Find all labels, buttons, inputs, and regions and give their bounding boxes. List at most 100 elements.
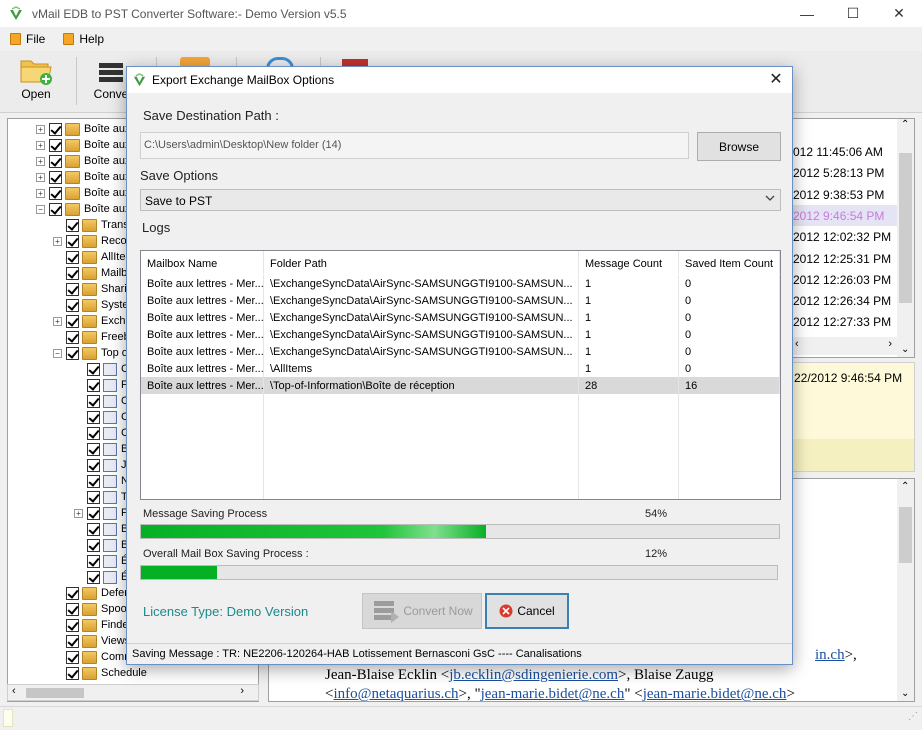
- scroll-up-arrow-icon[interactable]: ⌃: [901, 481, 909, 492]
- tree-checkbox[interactable]: [87, 506, 100, 520]
- tree-checkbox[interactable]: [49, 170, 62, 184]
- tree-item[interactable]: + Boîte aux: [36, 185, 130, 201]
- column-header[interactable]: Folder Path: [264, 251, 579, 274]
- scroll-down-arrow-icon[interactable]: ⌄: [901, 688, 909, 699]
- tree-checkbox[interactable]: [87, 538, 100, 552]
- tree-checkbox[interactable]: [66, 298, 79, 312]
- tree-item[interactable]: + Boîte aux: [36, 121, 130, 137]
- email-link[interactable]: in.ch: [815, 647, 845, 663]
- column-header[interactable]: Saved Item Count: [679, 251, 780, 274]
- tree-checkbox[interactable]: [66, 330, 79, 344]
- expand-icon[interactable]: +: [53, 236, 62, 246]
- expand-icon[interactable]: +: [36, 156, 45, 166]
- tree-checkbox[interactable]: [87, 474, 100, 488]
- tree-item[interactable]: B: [74, 441, 128, 457]
- tree-checkbox[interactable]: [49, 186, 62, 200]
- tree-item[interactable]: F: [74, 377, 128, 393]
- expand-icon[interactable]: +: [36, 188, 45, 198]
- message-row[interactable]: 2012 12:25:31 PM: [792, 248, 898, 269]
- table-row[interactable]: Boîte aux lettres - Mer... \ExchangeSyncD…: [141, 343, 780, 360]
- message-list-scrollbar[interactable]: ⌃ ⌄: [897, 119, 914, 357]
- tree-item[interactable]: + P: [74, 505, 128, 521]
- open-button[interactable]: Open: [18, 55, 54, 101]
- column-header[interactable]: Message Count: [579, 251, 679, 274]
- expand-icon[interactable]: +: [36, 140, 45, 150]
- browse-button[interactable]: Browse: [697, 132, 781, 161]
- menu-file[interactable]: File: [10, 32, 45, 46]
- tree-item[interactable]: Defer: [53, 585, 128, 601]
- tree-item[interactable]: + Boîte aux: [36, 137, 130, 153]
- tree-item[interactable]: Sharir: [53, 281, 130, 297]
- collapse-icon[interactable]: −: [36, 204, 45, 214]
- tree-checkbox[interactable]: [49, 202, 62, 216]
- tree-checkbox[interactable]: [66, 618, 79, 632]
- scroll-thumb[interactable]: [899, 507, 912, 563]
- minimize-button[interactable]: —: [784, 0, 830, 27]
- tree-item[interactable]: Spoo: [53, 601, 127, 617]
- table-row[interactable]: Boîte aux lettres - Mer... \AllItems 1 0: [141, 360, 780, 377]
- tree-item[interactable]: É: [74, 553, 128, 569]
- message-row[interactable]: 2012 12:26:03 PM: [792, 269, 898, 290]
- collapse-icon[interactable]: −: [53, 348, 62, 358]
- tree-item[interactable]: Views: [53, 633, 130, 649]
- message-row[interactable]: 012 11:45:06 AM: [792, 141, 898, 162]
- tree-item[interactable]: Mailb: [53, 265, 127, 281]
- tree-checkbox[interactable]: [87, 362, 100, 376]
- expand-icon[interactable]: +: [36, 172, 45, 182]
- scroll-down-arrow-icon[interactable]: ⌄: [901, 344, 909, 355]
- tree-item[interactable]: Comm: [53, 649, 133, 665]
- cancel-button[interactable]: Cancel: [485, 593, 569, 629]
- tree-checkbox[interactable]: [66, 634, 79, 648]
- tree-item[interactable]: T: [74, 489, 128, 505]
- tree-item[interactable]: + Excha: [53, 313, 132, 329]
- tree-item[interactable]: C: [74, 409, 129, 425]
- tree-item[interactable]: Schedule: [53, 665, 147, 681]
- table-row[interactable]: Boîte aux lettres - Mer... \ExchangeSyncD…: [141, 326, 780, 343]
- tree-item[interactable]: Syste: [53, 297, 129, 313]
- tree-checkbox[interactable]: [87, 458, 100, 472]
- logs-table[interactable]: Mailbox Name Folder Path Message Count Save…: [140, 250, 781, 500]
- tree-item[interactable]: B: [74, 537, 128, 553]
- expand-icon[interactable]: +: [36, 124, 45, 134]
- scroll-right-arrow-icon[interactable]: ›: [240, 685, 244, 697]
- tree-checkbox[interactable]: [87, 378, 100, 392]
- email-link[interactable]: jb.ecklin@sdingenierie.com: [449, 667, 618, 683]
- message-row[interactable]: 2012 12:02:32 PM: [792, 226, 898, 247]
- expand-icon[interactable]: +: [53, 316, 62, 326]
- tree-item[interactable]: Jo: [74, 457, 133, 473]
- tree-item[interactable]: − Top o: [53, 345, 128, 361]
- convert-button[interactable]: Conve: [93, 55, 129, 101]
- tree-item[interactable]: + Reco: [53, 233, 127, 249]
- email-link[interactable]: info@netaquarius.ch: [333, 686, 458, 701]
- tree-checkbox[interactable]: [66, 666, 79, 680]
- tree-checkbox[interactable]: [87, 426, 100, 440]
- tree-checkbox[interactable]: [49, 138, 62, 152]
- tree-item[interactable]: É: [74, 569, 128, 585]
- tree-item[interactable]: B: [74, 521, 128, 537]
- resize-grip-icon[interactable]: ⋰: [908, 711, 918, 722]
- tree-horizontal-scrollbar[interactable]: ‹ ›: [7, 684, 259, 701]
- tree-checkbox[interactable]: [66, 234, 79, 248]
- tree-item[interactable]: C: [74, 425, 129, 441]
- tree-checkbox[interactable]: [66, 218, 79, 232]
- expand-icon[interactable]: +: [74, 508, 83, 518]
- tree-checkbox[interactable]: [66, 586, 79, 600]
- scroll-right-arrow-icon[interactable]: ›: [888, 338, 892, 350]
- message-row[interactable]: 2012 12:26:34 PM: [792, 290, 898, 311]
- convert-now-button[interactable]: Convert Now: [362, 593, 482, 629]
- scroll-left-arrow-icon[interactable]: ‹: [12, 685, 16, 697]
- tree-item[interactable]: Trans: [53, 217, 129, 233]
- menu-help[interactable]: Help: [63, 32, 104, 46]
- save-options-select[interactable]: Save to PST: [140, 189, 781, 211]
- body-scrollbar[interactable]: ⌃ ⌄: [897, 479, 914, 701]
- tree-checkbox[interactable]: [49, 122, 62, 136]
- scroll-up-arrow-icon[interactable]: ⌃: [901, 119, 909, 130]
- message-list[interactable]: 2012 12:31:40 PM2012 12:27:33 PM2012 12:…: [791, 118, 915, 358]
- scroll-thumb[interactable]: [899, 153, 912, 303]
- tree-checkbox[interactable]: [87, 554, 100, 568]
- email-link[interactable]: jean-marie.bidet@ne.ch: [643, 686, 787, 701]
- tree-checkbox[interactable]: [66, 282, 79, 296]
- message-row[interactable]: 2012 5:28:13 PM: [792, 162, 898, 183]
- tree-item[interactable]: Freeb: [53, 329, 130, 345]
- tree-item[interactable]: + Boîte aux: [36, 153, 130, 169]
